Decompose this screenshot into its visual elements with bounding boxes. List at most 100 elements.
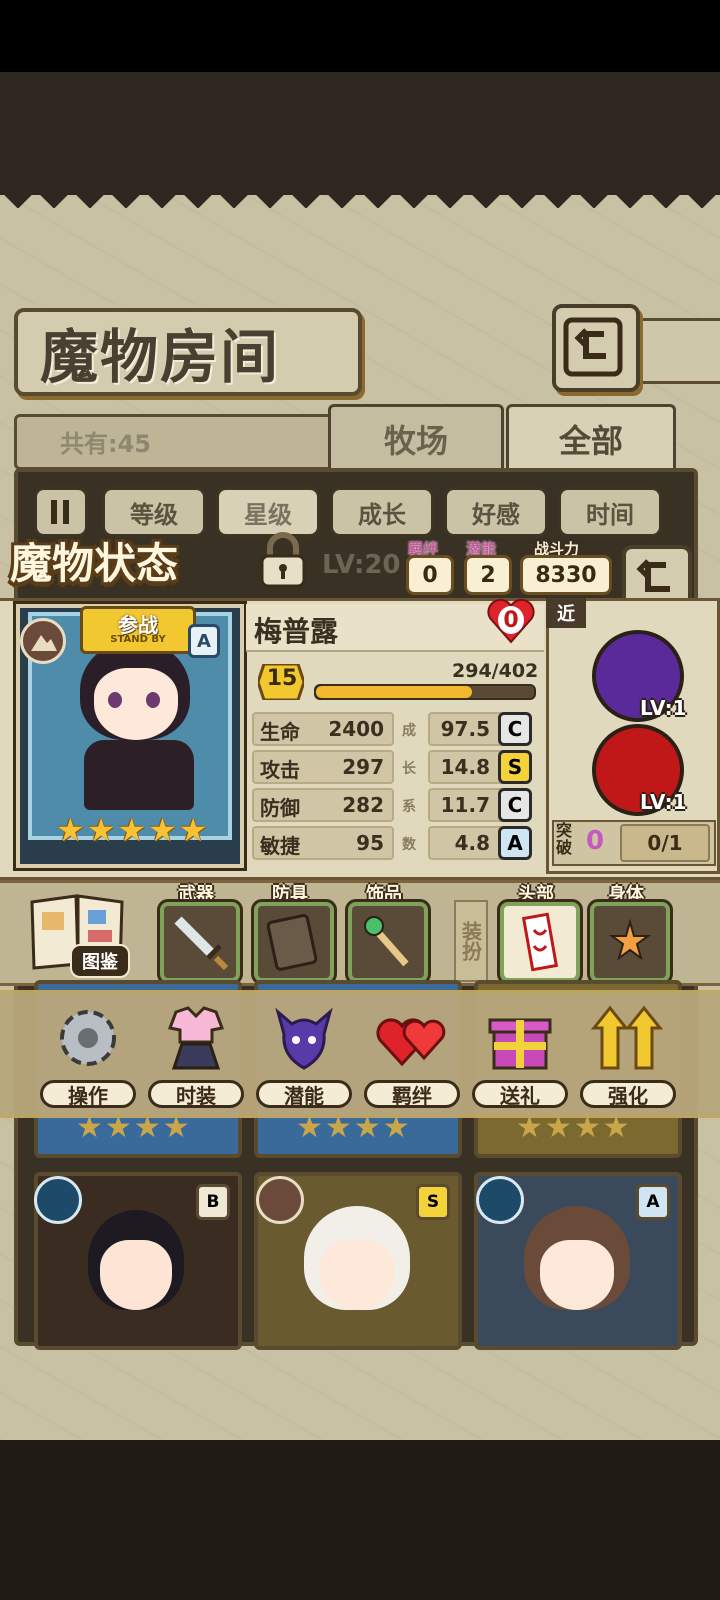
- breakthrough-label: 突破: [556, 821, 573, 857]
- monster-level-label: LV:20: [322, 550, 401, 580]
- sort-affection-button[interactable]: 好感: [444, 487, 548, 537]
- accessory-slot[interactable]: [345, 899, 431, 985]
- eye-icon: [146, 692, 160, 708]
- action-label: 羁绊: [364, 1080, 460, 1108]
- star-icon: ★: [56, 811, 85, 849]
- breakthrough-value: 0: [586, 826, 605, 856]
- rank-badge: B: [196, 1184, 230, 1220]
- page-title: 魔物房间: [40, 323, 281, 391]
- star-icon: ★: [178, 811, 208, 849]
- back-button[interactable]: [552, 304, 640, 392]
- outfit-button[interactable]: 时装: [148, 996, 244, 1110]
- status-title: 魔物状态: [10, 539, 179, 588]
- monster-body: [84, 740, 194, 810]
- water-element-icon: [34, 1176, 82, 1224]
- growth-value: 4.8: [454, 831, 490, 855]
- sort-growth-button[interactable]: 成长: [330, 487, 434, 537]
- monster-name: 梅普露: [254, 615, 339, 648]
- return-arrow-icon: [563, 317, 623, 377]
- bond-value: 0: [406, 555, 454, 595]
- growth-caption-char: 系: [402, 799, 416, 815]
- shield-icon: [266, 914, 318, 971]
- growth-caption: 成 长 系 数: [398, 712, 420, 864]
- sort-time-button[interactable]: 时间: [558, 487, 662, 537]
- stat-value: 282: [342, 793, 384, 817]
- growth-caption-char: 数: [402, 837, 416, 853]
- tab-ranch[interactable]: 牧场: [328, 404, 504, 474]
- monster-face: [540, 1240, 614, 1310]
- armor-slot[interactable]: [251, 899, 337, 985]
- stat-hp: 生命 2400: [252, 712, 394, 746]
- stat-label: 生命: [260, 720, 300, 744]
- growth-value: 14.8: [440, 755, 490, 779]
- mountain-element-icon: [256, 1176, 304, 1224]
- star-icon: ★: [148, 811, 177, 849]
- stat-agility: 敏捷 95: [252, 826, 394, 860]
- lock-icon[interactable]: [256, 530, 310, 590]
- outfit-icon: [148, 996, 244, 1080]
- exp-text: 294/402: [452, 660, 539, 682]
- hearts-icon: [364, 996, 460, 1080]
- action-label: 时装: [148, 1080, 244, 1108]
- range-tag: 近: [546, 598, 586, 628]
- back-button-tail: [630, 318, 720, 384]
- tab-all[interactable]: 全部: [506, 404, 676, 474]
- level-value: 15: [266, 666, 298, 691]
- stat-defense: 防御 282: [252, 788, 394, 822]
- potential-value: 2: [464, 555, 512, 595]
- rank-badge: A: [636, 1184, 670, 1220]
- stat-label: 攻击: [260, 758, 300, 782]
- head-slot[interactable]: [497, 899, 583, 985]
- rank-badge: S: [416, 1184, 450, 1220]
- gift-icon: [472, 996, 568, 1080]
- body-slot[interactable]: [587, 899, 673, 985]
- monster-face: [320, 1240, 394, 1310]
- power-value: 8330: [520, 555, 612, 595]
- affection-value: 0: [498, 606, 524, 634]
- dress-up-label: 装扮: [454, 900, 488, 982]
- pause-icon: [51, 500, 69, 524]
- sword-icon: [174, 916, 229, 971]
- standby-sub-label: STAND BY: [110, 634, 166, 645]
- stars-icon: [608, 918, 652, 961]
- growth-grade-badge: C: [498, 788, 532, 822]
- star-rating: ★ ★ ★ ★ ★: [56, 812, 207, 848]
- gear-icon: [40, 996, 136, 1080]
- rank-badge: A: [188, 624, 220, 658]
- skill-level: LV:1: [640, 790, 687, 814]
- eye-icon: [108, 692, 122, 708]
- encyclopedia-label: 图鉴: [70, 944, 130, 978]
- stat-label: 防御: [260, 796, 300, 820]
- stat-value: 297: [342, 755, 384, 779]
- monster-face: [94, 668, 178, 740]
- action-label: 强化: [580, 1080, 676, 1108]
- stat-value: 95: [356, 831, 384, 855]
- status-bar: [0, 0, 720, 72]
- exp-bar-fill: [316, 686, 472, 698]
- growth-grade-badge: C: [498, 712, 532, 746]
- growth-grade-badge: S: [498, 750, 532, 784]
- star-icon: ★: [86, 811, 116, 849]
- monster-face: [100, 1240, 172, 1310]
- gift-button[interactable]: 送礼: [472, 996, 568, 1110]
- stat-attack: 攻击 297: [252, 750, 394, 784]
- growth-caption-char: 成: [402, 723, 416, 739]
- growth-caption-char: 长: [402, 761, 416, 777]
- monster-count: 共有:45: [60, 430, 151, 458]
- growth-grade-badge: A: [498, 826, 532, 860]
- operate-button[interactable]: 操作: [40, 996, 136, 1110]
- mountain-element-icon: [20, 618, 66, 664]
- potential-button[interactable]: 潜能: [256, 996, 352, 1110]
- talisman-icon: [521, 912, 559, 972]
- bond-button[interactable]: 羁绊: [364, 996, 460, 1110]
- enhance-button[interactable]: 强化: [580, 996, 676, 1110]
- potential-icon: [256, 996, 352, 1080]
- affection-badge: 0: [486, 598, 536, 644]
- weapon-slot[interactable]: [157, 899, 243, 985]
- wand-icon: [364, 916, 409, 967]
- growth-value: 11.7: [440, 793, 490, 817]
- action-label: 潜能: [256, 1080, 352, 1108]
- standby-badge: 参战 STAND BY: [80, 606, 196, 654]
- action-label: 操作: [40, 1080, 136, 1108]
- encyclopedia-button[interactable]: 图鉴: [26, 888, 130, 978]
